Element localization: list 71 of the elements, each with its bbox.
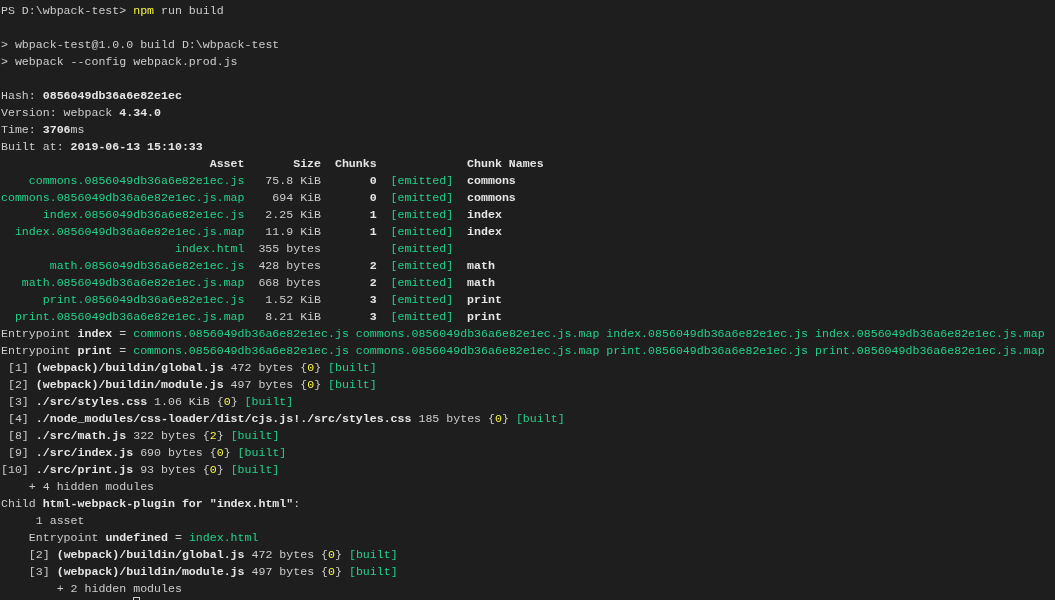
table-cell-text: 1 xyxy=(368,207,377,223)
table-cell-text: [emitted] xyxy=(389,292,454,308)
terminal-line: 1 asset xyxy=(34,513,86,529)
terminal-line: Version: webpack 4.34.0 xyxy=(1,105,163,121)
terminal-line: [1] (webpack)/buildin/global.js 472 bytes {0} [built] xyxy=(6,360,378,376)
terminal-line: [2] (webpack)/buildin/global.js 472 bytes {0} [built] xyxy=(27,547,399,563)
table-cell-text: 75.8 KiB xyxy=(264,173,321,189)
table-cell-text: commons.0856049db36a6e82e1ec.js.map xyxy=(1,190,245,206)
table-cell-text: [emitted] xyxy=(389,275,454,291)
table-cell-text: commons xyxy=(466,173,517,189)
table-cell-text: [emitted] xyxy=(389,173,454,189)
column-header: Chunk Names xyxy=(466,156,545,172)
terminal-line: [4] ./node_modules/css-loader/dist/cjs.js!./src/styles.css 185 bytes {0} [built] xyxy=(6,411,566,427)
terminal-line: Entrypoint undefined = index.html xyxy=(27,530,260,546)
table-cell-text: [emitted] xyxy=(389,241,454,257)
table-cell-text: [emitted] xyxy=(389,258,454,274)
table-cell-text: 11.9 KiB xyxy=(264,224,321,240)
terminal-line: Time: 3706ms xyxy=(1,122,86,138)
table-cell-text: 1 xyxy=(368,224,377,240)
table-cell-text: print xyxy=(466,309,503,325)
column-header: Size xyxy=(292,156,321,172)
terminal-line: > wbpack-test@1.0.0 build D:\wbpack-test xyxy=(1,37,281,53)
table-cell-text: math.0856049db36a6e82e1ec.js xyxy=(48,258,245,274)
column-header: Asset xyxy=(208,156,245,172)
table-cell-text: index.0856049db36a6e82e1ec.js xyxy=(41,207,245,223)
terminal-line: + 4 hidden modules xyxy=(27,479,156,495)
terminal-line: [10] ./src/print.js 93 bytes {0} [built] xyxy=(1,462,281,478)
table-cell-text: 2.25 KiB xyxy=(264,207,321,223)
table-cell-text: [emitted] xyxy=(389,190,454,206)
terminal-line: Entrypoint index = commons.0856049db36a6e82e1ec.js commons.0856049db36a6e82e1ec.js.map index.0856049db36a6e82e1ec.js index.0856049db36a6e82e1ec.js.map xyxy=(1,326,1046,342)
terminal-line: + 2 hidden modules xyxy=(55,581,183,597)
column-header: Chunks xyxy=(333,156,377,172)
table-cell-text: math xyxy=(466,258,496,274)
table-cell-text: [emitted] xyxy=(389,309,454,325)
table-cell-text: 3 xyxy=(368,292,377,308)
table-cell-text: commons xyxy=(466,190,517,206)
table-cell-text: 3 xyxy=(368,309,377,325)
table-cell-text: print.0856049db36a6e82e1ec.js.map xyxy=(13,309,245,325)
table-cell-text: 2 xyxy=(368,275,377,291)
table-cell-text: 0 xyxy=(368,173,377,189)
table-cell-text: math xyxy=(466,275,496,291)
table-cell-text: print xyxy=(466,292,503,308)
terminal-line: Child html-webpack-plugin for "index.html": xyxy=(1,496,302,512)
table-cell-text: print.0856049db36a6e82e1ec.js xyxy=(41,292,245,308)
table-cell-text: [emitted] xyxy=(389,224,454,240)
terminal-line: [2] (webpack)/buildin/module.js 497 bytes {0} [built] xyxy=(6,377,378,393)
terminal-line: Built at: 2019-06-13 15:10:33 xyxy=(1,139,204,155)
table-cell-text: 355 bytes xyxy=(257,241,321,257)
table-cell-text: commons.0856049db36a6e82e1ec.js xyxy=(27,173,245,189)
table-cell-text: 1.52 KiB xyxy=(264,292,321,308)
table-cell-text: index xyxy=(466,207,503,223)
terminal-line: Hash: 0856049db36a6e82e1ec xyxy=(1,88,183,104)
table-cell-text: index.0856049db36a6e82e1ec.js.map xyxy=(13,224,245,240)
table-cell-text: index xyxy=(466,224,503,240)
terminal-line: [8] ./src/math.js 322 bytes {2} [built] xyxy=(6,428,281,444)
table-cell-text: 428 bytes xyxy=(257,258,321,274)
table-cell-text: index.html xyxy=(173,241,245,257)
table-cell-text: 668 bytes xyxy=(257,275,321,291)
cursor-icon xyxy=(133,597,141,600)
table-cell-text: 694 KiB xyxy=(271,190,321,206)
terminal-line: [3] (webpack)/buildin/module.js 497 bytes {0} [built] xyxy=(27,564,399,580)
table-cell-text: [emitted] xyxy=(389,207,454,223)
terminal-line: PS D:\wbpack-test> npm run build xyxy=(1,3,225,19)
terminal-line: Entrypoint print = commons.0856049db36a6e82e1ec.js commons.0856049db36a6e82e1ec.js.map print.0856049db36a6e82e1ec.js print.0856049db36a6e82e1ec.js.map xyxy=(1,343,1046,359)
table-cell-text: math.0856049db36a6e82e1ec.js.map xyxy=(20,275,245,291)
terminal-line: [3] ./src/styles.css 1.06 KiB {0} [built] xyxy=(6,394,295,410)
table-cell-text: 2 xyxy=(368,258,377,274)
terminal-line: [9] ./src/index.js 690 bytes {0} [built] xyxy=(6,445,288,461)
terminal-line: > webpack --config webpack.prod.js xyxy=(1,54,239,70)
table-cell-text: 8.21 KiB xyxy=(264,309,321,325)
table-cell-text: 0 xyxy=(368,190,377,206)
